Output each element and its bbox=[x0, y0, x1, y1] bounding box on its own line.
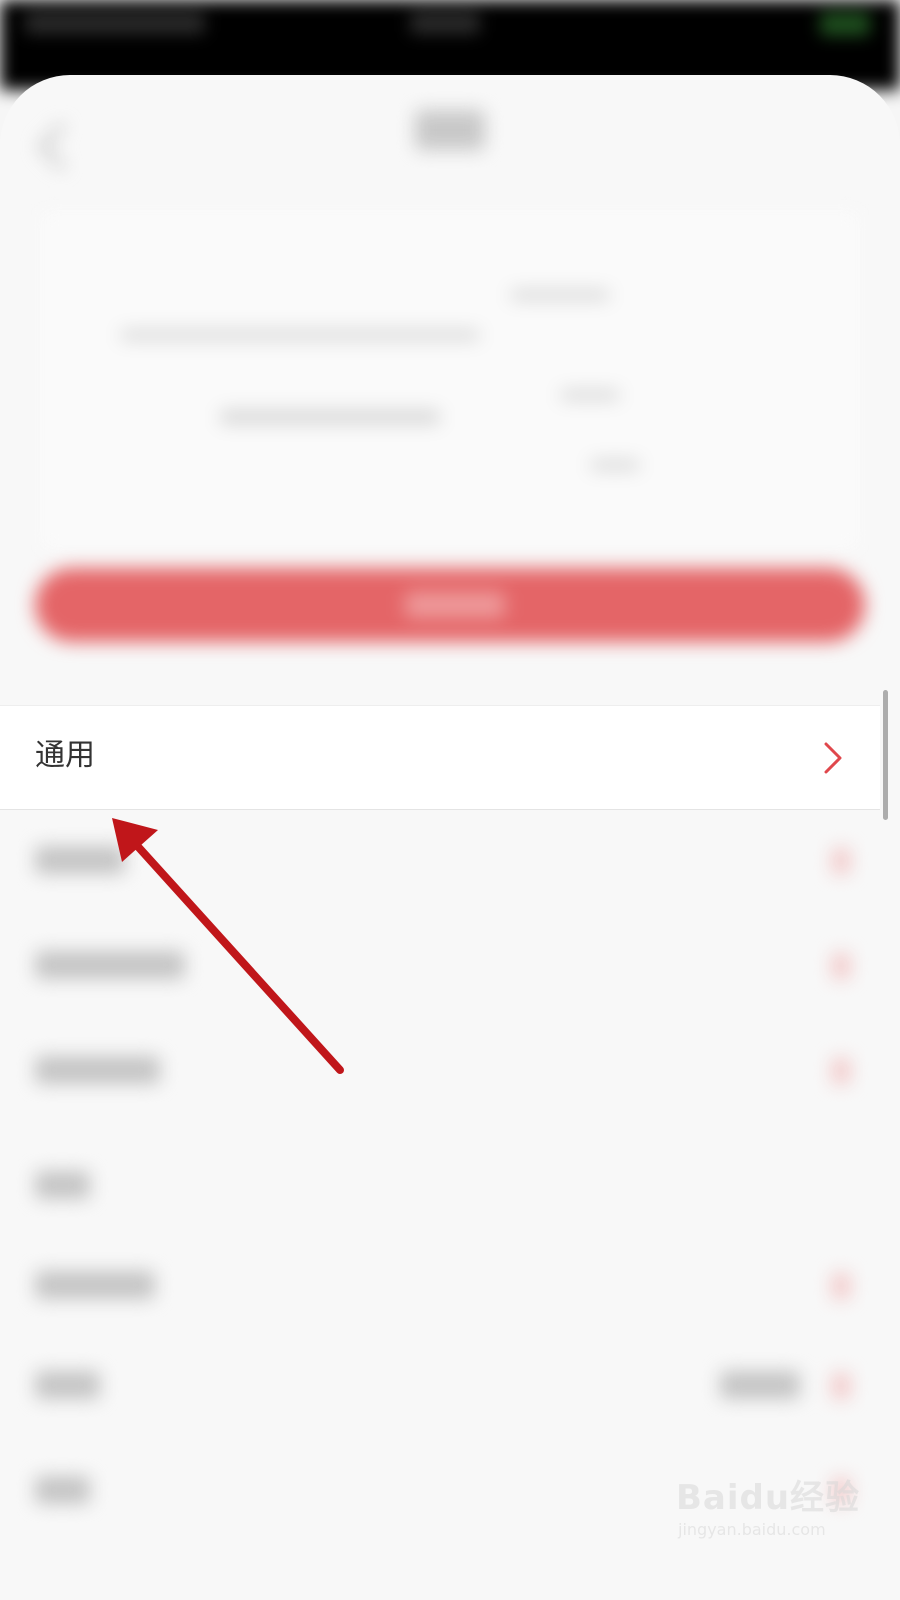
settings-row-general-label: 通用 bbox=[35, 738, 95, 773]
watermark-url: jingyan.baidu.com bbox=[678, 1520, 826, 1539]
status-carrier-blur bbox=[25, 12, 205, 34]
battery-icon bbox=[820, 12, 870, 36]
settings-row-blur[interactable] bbox=[0, 915, 880, 1015]
settings-row-blur[interactable] bbox=[0, 1020, 880, 1120]
profile-card-blur bbox=[40, 210, 860, 550]
primary-red-button[interactable] bbox=[35, 568, 865, 642]
settings-row-blur[interactable] bbox=[0, 1235, 880, 1335]
status-time-blur bbox=[410, 12, 480, 34]
settings-row-general[interactable]: 通用 bbox=[0, 705, 880, 810]
watermark: Baidu经验 jingyan.baidu.com bbox=[676, 1470, 859, 1550]
settings-row-blur[interactable] bbox=[0, 810, 880, 910]
settings-row-blur[interactable] bbox=[0, 1335, 880, 1435]
watermark-brand: Baidu经验 bbox=[676, 1478, 861, 1518]
settings-row-blur[interactable] bbox=[0, 1135, 880, 1235]
page-title-blur bbox=[415, 110, 485, 150]
screen: 通用 Baidu经验 jingyan.baidu.com bbox=[0, 0, 900, 1600]
scrollbar[interactable] bbox=[883, 690, 888, 820]
chevron-right-icon bbox=[824, 742, 842, 774]
